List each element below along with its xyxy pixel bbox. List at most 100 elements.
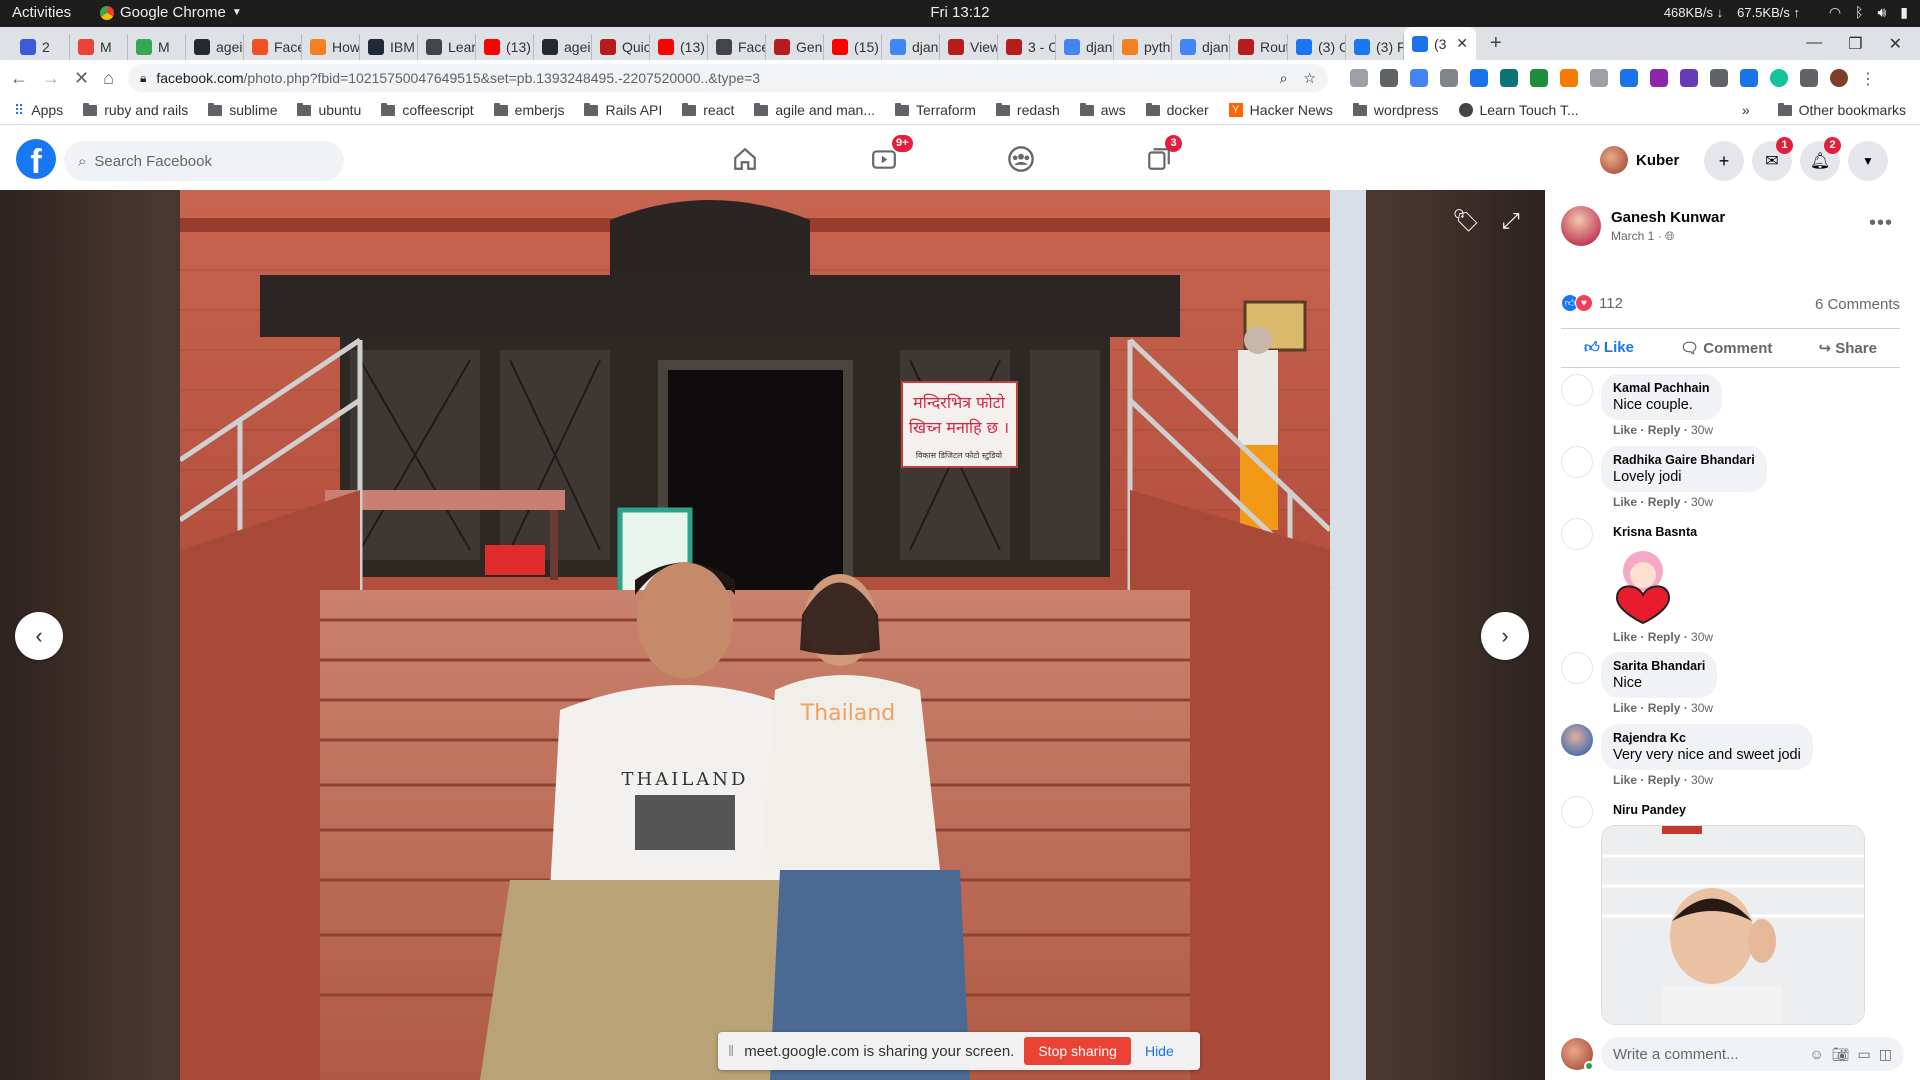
heart-sticker[interactable] (1603, 543, 1687, 627)
chrome-menu-icon[interactable]: ⋮ (1860, 69, 1876, 88)
avatar[interactable] (1561, 724, 1593, 756)
browser-tab[interactable]: djan (1056, 34, 1114, 60)
bookmark-item[interactable]: Y Hacker News (1228, 102, 1333, 118)
bookmark-item[interactable]: ⠿ Apps (14, 102, 63, 119)
back-icon[interactable]: ← (10, 68, 28, 89)
comment-like-link[interactable]: Like (1613, 423, 1637, 437)
extension-icon[interactable] (1409, 69, 1428, 87)
comment-like-link[interactable]: Like (1613, 701, 1637, 715)
extension-icon[interactable] (1709, 69, 1728, 87)
browser-tab[interactable]: (3) Fa (1346, 34, 1404, 60)
browser-tab[interactable]: pyth (1114, 34, 1172, 60)
write-comment-input[interactable]: Write a comment... ☺ 📷︎ ▭ ◫ (1601, 1037, 1904, 1071)
comment-time[interactable]: 30w (1691, 630, 1713, 644)
comment-time[interactable]: 30w (1691, 773, 1713, 787)
extension-icon[interactable] (1499, 69, 1518, 87)
bluetooth-icon[interactable]: ᛒ (1855, 4, 1863, 21)
stop-loading-icon[interactable]: ✕ (74, 68, 89, 89)
system-tray[interactable]: ◠ ᛒ 🔊︎ ▮ (1829, 4, 1908, 21)
bookmark-item[interactable]: ruby and rails (83, 102, 188, 118)
new-tab-button[interactable]: + (1476, 32, 1516, 55)
post-date[interactable]: March 1 (1611, 229, 1654, 243)
hide-button[interactable]: Hide (1141, 1043, 1178, 1059)
browser-tab[interactable]: (3 ✕ (1404, 27, 1476, 60)
browser-tab[interactable]: M (128, 34, 186, 60)
browser-tab[interactable]: 2 (12, 34, 70, 60)
close-tab-icon[interactable]: ✕ (1456, 35, 1468, 52)
comment-time[interactable]: 30w (1691, 423, 1713, 437)
comment-like-link[interactable]: Like (1613, 495, 1637, 509)
pages-nav-icon[interactable]: 3 (1139, 135, 1182, 177)
camera-icon[interactable]: 📷︎ (1832, 1046, 1850, 1063)
browser-tab[interactable]: djan (882, 34, 940, 60)
maximize-icon[interactable]: ❐ (1848, 34, 1862, 54)
address-url[interactable]: facebook.com/photo.php?fbid=102157500476… (156, 70, 760, 86)
drag-handle-icon[interactable]: ‖ (728, 1043, 734, 1060)
share-button[interactable]: ↪ Share (1819, 339, 1877, 357)
extensions-puzzle-icon[interactable] (1799, 69, 1818, 87)
emoji-icon[interactable]: ☺ (1809, 1046, 1823, 1063)
like-button[interactable]: 👍︎ Like (1584, 339, 1634, 357)
avatar[interactable] (1561, 518, 1593, 550)
extension-icon[interactable] (1679, 69, 1698, 87)
facebook-logo-icon[interactable]: f (16, 139, 56, 181)
bookmark-star-icon[interactable]: ☆ (1303, 70, 1316, 87)
avatar[interactable] (1561, 446, 1593, 478)
browser-tab[interactable]: djan (1172, 34, 1230, 60)
bookmark-item[interactable]: Terraform (895, 102, 976, 118)
comments-count[interactable]: 6 Comments (1815, 296, 1900, 313)
extension-icon[interactable] (1739, 69, 1758, 87)
comment-like-link[interactable]: Like (1613, 630, 1637, 644)
comment-button[interactable]: 🗨︎ Comment (1680, 339, 1772, 357)
bookmark-item[interactable]: Rails API (584, 102, 662, 118)
account-menu-button[interactable]: ▼ (1848, 141, 1888, 181)
comment-reply-link[interactable]: Reply (1648, 495, 1681, 509)
browser-tab[interactable]: Rout (1230, 34, 1288, 60)
browser-tab[interactable]: View (940, 34, 998, 60)
comment-time[interactable]: 30w (1691, 701, 1713, 715)
browser-tab[interactable]: (15) (824, 34, 882, 60)
comment-author[interactable]: Rajendra Kc (1613, 731, 1801, 745)
browser-tab[interactable]: agei (186, 34, 244, 60)
facebook-search[interactable]: ⌕ Search Facebook (64, 141, 344, 181)
zoom-icon[interactable]: ⌕ (1280, 70, 1288, 87)
tag-icon[interactable]: 🏷︎ (1452, 208, 1480, 234)
profile-avatar[interactable] (1829, 69, 1848, 87)
app-menu[interactable]: Google Chrome ▼ (100, 4, 242, 21)
wifi-icon[interactable]: ◠ (1829, 4, 1841, 21)
bookmark-item[interactable]: sublime (208, 102, 277, 118)
home-nav-icon[interactable] (725, 141, 765, 177)
browser-tab[interactable]: IBM (360, 34, 418, 60)
messenger-button[interactable]: ✉︎ 1 (1752, 137, 1793, 181)
comment-reply-link[interactable]: Reply (1648, 630, 1681, 644)
browser-tab[interactable]: Lear (418, 34, 476, 60)
comment-reply-link[interactable]: Reply (1648, 423, 1681, 437)
volume-icon[interactable]: 🔊︎ (1877, 4, 1886, 21)
stop-sharing-button[interactable]: Stop sharing (1024, 1037, 1131, 1065)
browser-tab[interactable]: Face (708, 34, 766, 60)
browser-tab[interactable]: (3) C (1288, 34, 1346, 60)
notifications-button[interactable]: 🔔︎ 2 (1800, 137, 1841, 181)
comment-reply-link[interactable]: Reply (1648, 773, 1681, 787)
close-window-icon[interactable]: ✕ (1889, 34, 1902, 54)
extension-icon[interactable] (1529, 69, 1548, 87)
extension-icon[interactable] (1559, 69, 1578, 87)
extension-icon[interactable] (1649, 69, 1668, 87)
bookmark-item[interactable]: emberjs (493, 102, 564, 118)
address-bar[interactable]: 🔒︎ facebook.com/photo.php?fbid=102157500… (127, 64, 1328, 92)
extension-icon[interactable] (1439, 69, 1458, 87)
other-bookmarks[interactable]: Other bookmarks (1777, 102, 1906, 118)
fullscreen-icon[interactable]: ⤢ (1502, 208, 1520, 234)
clock[interactable]: Fri 13:12 (0, 4, 1920, 21)
previous-photo-button[interactable]: ‹ (15, 612, 63, 660)
browser-tab[interactable]: Gene (766, 34, 824, 60)
sticker-icon[interactable]: ◫ (1879, 1046, 1892, 1063)
extension-icon[interactable] (1349, 69, 1368, 87)
bookmark-item[interactable]: coffeescript (381, 102, 474, 118)
battery-icon[interactable]: ▮ (1900, 4, 1908, 21)
extension-icon[interactable] (1619, 69, 1638, 87)
comment-author[interactable]: Sarita Bhandari (1613, 659, 1705, 673)
comment-author[interactable]: Krisna Basnta (1613, 525, 1701, 539)
avatar[interactable] (1561, 374, 1593, 406)
bookmark-item[interactable]: agile and man... (754, 102, 875, 118)
